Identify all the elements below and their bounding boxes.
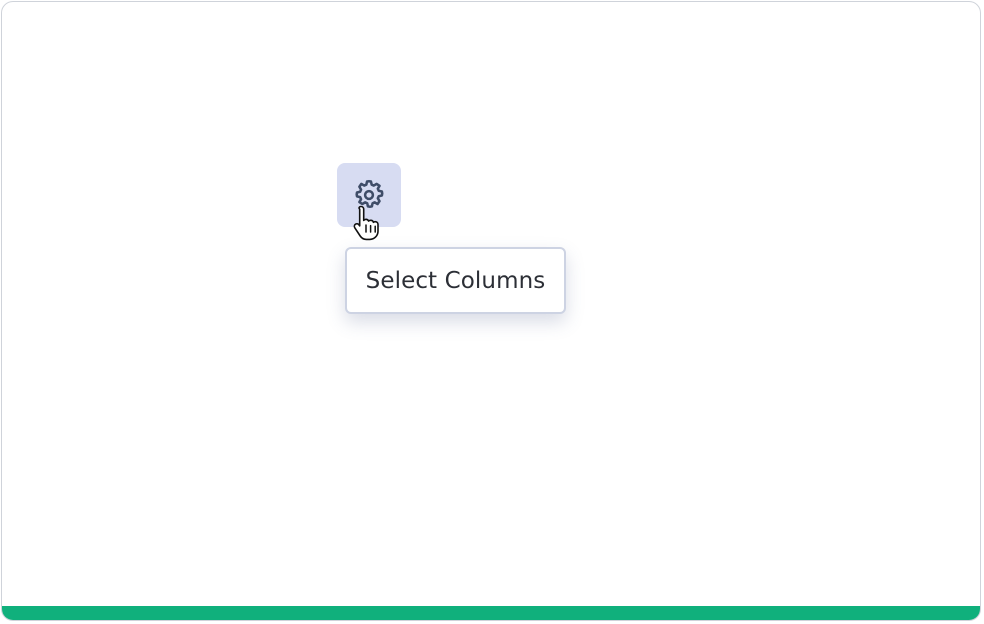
gear-icon (351, 177, 387, 213)
tooltip-label: Select Columns (365, 267, 546, 294)
select-columns-tooltip: Select Columns (345, 247, 566, 314)
app-frame: Select Columns (1, 1, 981, 621)
select-columns-button[interactable] (337, 163, 401, 227)
bottom-accent-bar (2, 606, 980, 620)
